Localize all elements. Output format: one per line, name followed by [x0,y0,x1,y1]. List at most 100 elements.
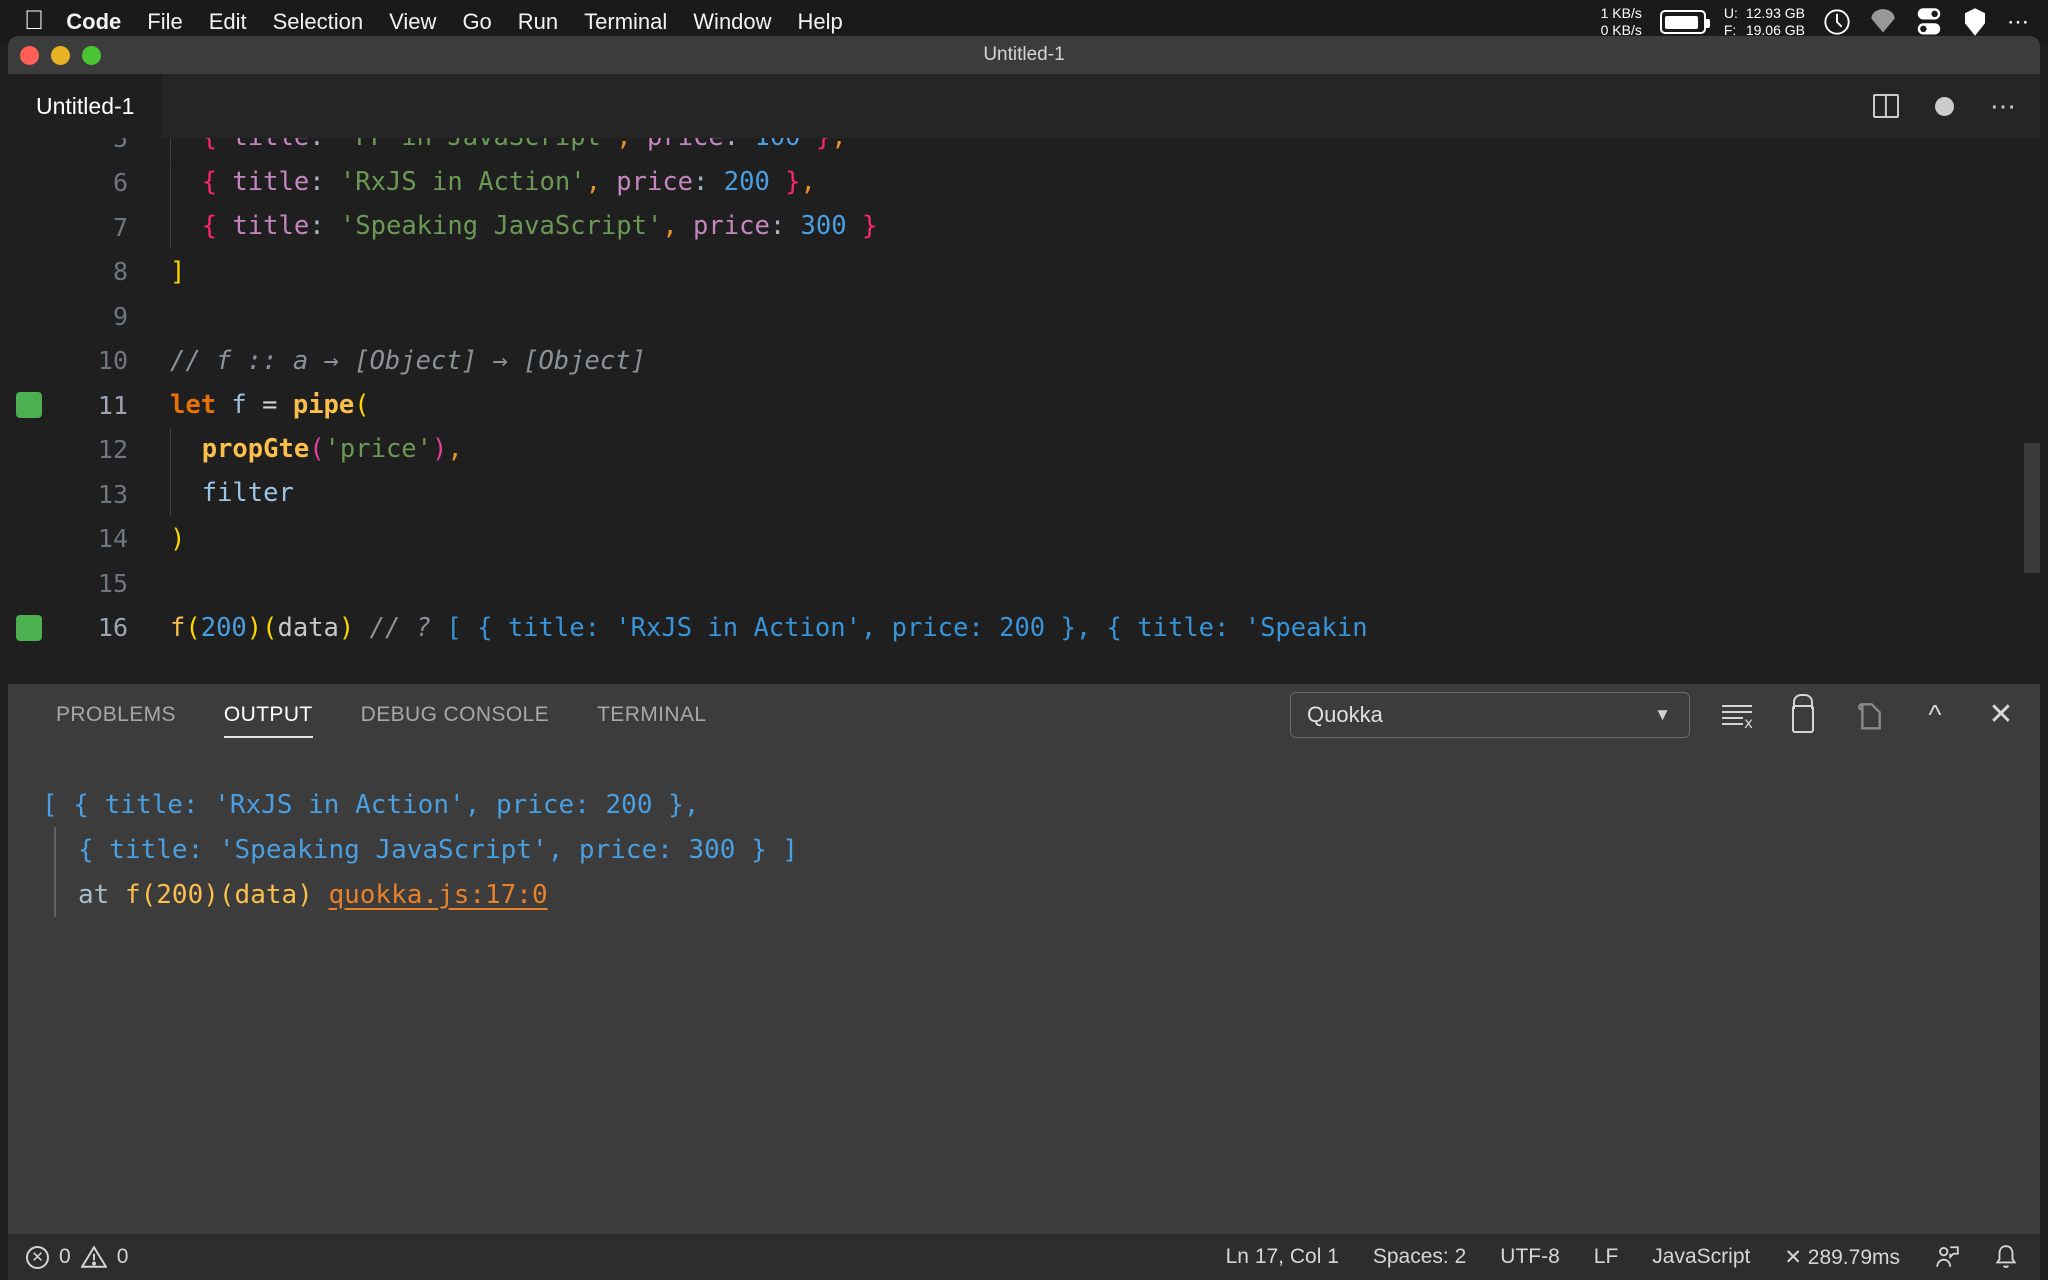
status-cursor-position[interactable]: Ln 17, Col 1 [1226,1245,1339,1269]
output-source-link[interactable]: quokka.js:17:0 [328,880,547,910]
tok-number: 200 [200,612,247,643]
vscode-window: Untitled-1 Untitled-1 ⋯ 5 { title: 'FP i… [8,36,2040,1280]
output-content[interactable]: [ { title: 'RxJS in Action', price: 200 … [8,746,2040,1269]
network-upload: 1 KB/s [1600,4,1642,21]
gutter-16[interactable] [8,614,50,641]
code-line-11: 11 let f = pipe( [8,383,2040,428]
split-editor-icon[interactable] [1873,94,1899,118]
tok-number: 300 [785,211,847,242]
unsaved-dot-icon[interactable] [1935,96,1954,116]
bottom-panel: PROBLEMS OUTPUT DEBUG CONSOLE TERMINAL Q… [8,684,2040,1269]
more-icon[interactable]: ⋯ [2007,9,2030,35]
bell-icon[interactable] [1994,1244,2018,1270]
quokka-marker-icon[interactable] [16,614,42,641]
collapse-panel-icon[interactable]: ^ [1916,696,1954,734]
status-right: Ln 17, Col 1 Spaces: 2 UTF-8 LF JavaScri… [1226,1244,2040,1270]
tok-key2: price [677,211,770,242]
code-line-14: 14 ) [8,517,2040,562]
status-encoding[interactable]: UTF-8 [1500,1245,1560,1269]
menu-help[interactable]: Help [798,9,843,35]
panel-header-actions: Quokka ▼ x ^ ✕ [1290,692,2020,738]
gutter-11[interactable] [8,392,50,419]
tok-function: f [170,612,186,643]
tab-untitled-1[interactable]: Untitled-1 [8,74,163,138]
line-number-11: 11 [97,390,128,420]
code-line-13: 13 filter [8,472,2040,517]
code-line-7: 7 { title: 'Speaking JavaScript', price:… [8,205,2040,250]
editor-tab-bar: Untitled-1 ⋯ [8,74,2040,138]
tab-debug-console[interactable]: DEBUG CONSOLE [361,684,549,746]
output-call-expr: f(200)(data) [124,879,329,910]
tok-paren: ) [246,612,263,643]
tok-brace-close: } [769,166,801,197]
code-line-16: 16 f(200)(data) // ? [ { title: 'RxJS in… [8,606,2040,651]
vpn-icon[interactable] [1869,8,1897,36]
close-panel-icon[interactable]: ✕ [1982,696,2020,734]
tab-terminal[interactable]: TERMINAL [597,684,706,746]
code-line-5: 5 { title: 'FP in JavaScript', price: 10… [8,138,2040,161]
tok-comment: // ? [354,612,447,643]
editor-scrollbar[interactable] [2024,443,2040,573]
menu-code[interactable]: Code [66,9,121,35]
error-count: 0 [59,1245,71,1268]
tok-key2: price [632,138,724,152]
tok-keyword: let [170,390,217,421]
code-line-6: 6 { title: 'RxJS in Action', price: 200 … [8,160,2040,206]
clock-icon[interactable] [1823,8,1851,36]
tok-function: propGte [201,433,310,464]
menu-window[interactable]: Window [693,9,771,35]
tok-paren: ( [185,612,201,643]
code-editor[interactable]: 5 { title: 'FP in JavaScript', price: 10… [8,138,2040,684]
memory-used-value: 12.93 GB [1745,4,1805,21]
apple-logo-icon[interactable]:  [24,6,44,34]
tok-paren: ) [338,612,355,643]
quokka-marker-icon[interactable] [16,392,42,419]
clear-output-icon[interactable]: x [1718,696,1756,734]
tok-comment: // f :: a → [Object] → [Object] [170,345,646,376]
tok-colon: : [309,211,325,242]
feedback-icon[interactable] [1934,1244,1960,1270]
menu-file[interactable]: File [147,9,182,35]
status-indentation[interactable]: Spaces: 2 [1373,1245,1466,1269]
tok-comma: , [585,166,601,197]
line-number-12: 12 [97,435,128,465]
panel-tabs: PROBLEMS OUTPUT DEBUG CONSOLE TERMINAL [8,684,706,746]
panel-header: PROBLEMS OUTPUT DEBUG CONSOLE TERMINAL Q… [8,684,2040,746]
tok-var: filter [201,478,294,509]
line-number-10: 10 [97,346,128,376]
output-channel-select[interactable]: Quokka ▼ [1290,692,1690,738]
error-circle-icon: ✕ [26,1245,49,1269]
output-at-label: at [78,879,125,910]
toggles-icon[interactable] [1915,8,1943,36]
tok-key: title [217,138,309,152]
tok-brace-close: } [846,211,878,242]
line-number-14: 14 [97,524,128,554]
menu-view[interactable]: View [389,9,436,35]
more-actions-icon[interactable]: ⋯ [1990,93,2018,119]
shield-icon[interactable] [1961,8,1989,36]
output-line-2-wrap: { title: 'Speaking JavaScript', price: 3… [54,827,2040,872]
status-eol[interactable]: LF [1594,1245,1619,1269]
memory-indicator[interactable]: U: F: 12.93 GB 19.06 GB [1724,5,1805,39]
tok-colon: : [309,166,325,197]
status-language-mode[interactable]: JavaScript [1652,1245,1750,1269]
menu-go[interactable]: Go [462,9,491,35]
tok-paren: ) [170,523,186,554]
battery-icon[interactable] [1659,10,1710,34]
status-quokka-time[interactable]: ✕ 289.79ms [1784,1245,1900,1270]
open-in-editor-icon[interactable] [1850,696,1888,734]
scroll-lock-icon[interactable] [1784,696,1822,734]
tab-output[interactable]: OUTPUT [223,684,313,746]
menu-edit[interactable]: Edit [209,9,247,35]
menu-selection[interactable]: Selection [273,9,364,35]
tok-comma: , [662,211,678,242]
tab-label: Untitled-1 [36,92,135,119]
status-problems[interactable]: ✕ 0 0 [8,1245,128,1269]
tok-key: title [217,211,310,242]
tok-number: 200 [708,166,770,197]
line-number-7: 7 [112,212,128,242]
menu-run[interactable]: Run [518,9,558,35]
tab-problems[interactable]: PROBLEMS [56,684,176,746]
menu-terminal[interactable]: Terminal [584,9,667,35]
tok-function: pipe [292,390,355,421]
